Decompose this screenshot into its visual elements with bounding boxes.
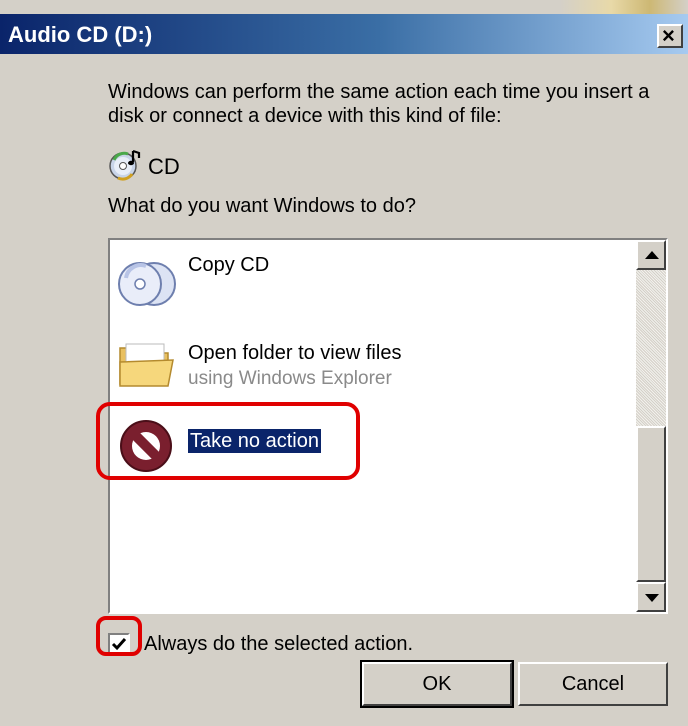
list-item-open-folder[interactable]: Open folder to view files using Windows … xyxy=(110,326,636,406)
desktop-glint xyxy=(560,0,688,14)
scrollbar-thumb[interactable] xyxy=(636,426,666,582)
intro-text: Windows can perform the same action each… xyxy=(108,81,650,127)
folder-icon xyxy=(119,343,174,387)
scroll-down-button[interactable] xyxy=(636,582,666,612)
cancel-button[interactable]: Cancel xyxy=(518,662,668,706)
annotation-highlight-action xyxy=(96,402,360,480)
arrow-down-icon xyxy=(645,594,659,602)
autoplay-dialog: Audio CD (D:) × Windows can perform the … xyxy=(0,14,688,726)
close-icon: × xyxy=(662,23,675,48)
window-title: Audio CD (D:) xyxy=(8,22,153,47)
scroll-up-button[interactable] xyxy=(636,240,666,270)
action-subtitle: using Windows Explorer xyxy=(188,368,392,389)
cd-music-icon xyxy=(109,149,141,181)
arrow-up-icon xyxy=(645,251,659,259)
close-button[interactable]: × xyxy=(657,23,683,48)
vertical-scrollbar[interactable] xyxy=(636,240,666,612)
copy-cd-icon xyxy=(118,262,176,306)
desktop-strip xyxy=(0,0,688,14)
always-checkbox-label: Always do the selected action. xyxy=(144,633,414,655)
title-bar[interactable]: Audio CD (D:) × xyxy=(0,14,688,54)
list-item-copy-cd[interactable]: Copy CD xyxy=(110,246,636,322)
annotation-highlight-checkbox xyxy=(96,616,142,656)
action-title: Copy CD xyxy=(188,254,270,276)
question-text: What do you want Windows to do? xyxy=(108,195,416,217)
action-title: Open folder to view files xyxy=(188,342,402,364)
content-type-label: CD xyxy=(148,154,180,179)
ok-button[interactable]: OK xyxy=(360,660,514,708)
